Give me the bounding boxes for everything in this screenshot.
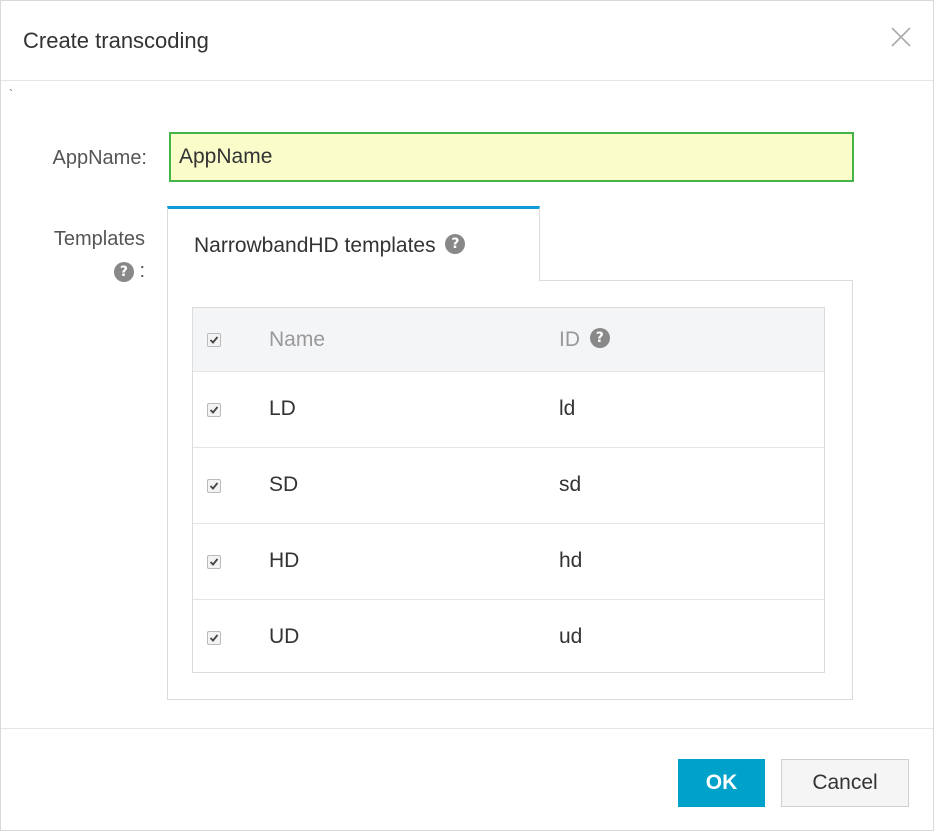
row-name: SD <box>269 473 299 496</box>
row-id: sd <box>559 473 582 496</box>
dialog-title: Create transcoding <box>23 28 209 53</box>
checkbox-checked-icon <box>209 406 219 414</box>
table-row: SD sd <box>193 448 824 524</box>
cancel-button[interactable]: Cancel <box>781 759 909 807</box>
row-name: LD <box>269 397 296 420</box>
checkbox-checked-icon <box>209 634 219 642</box>
table-row: LD ld <box>193 372 824 448</box>
column-header-name: Name <box>269 328 326 351</box>
stray-mark: ` <box>9 87 13 101</box>
column-header-id: ID ? <box>559 328 610 352</box>
select-all-checkbox[interactable] <box>207 333 221 347</box>
row-name: HD <box>269 549 300 572</box>
templates-label-colon: : <box>139 260 145 282</box>
templates-label: Templates ? : <box>27 223 145 287</box>
appname-input[interactable] <box>169 132 854 182</box>
row-checkbox[interactable] <box>207 403 221 417</box>
question-circle-icon[interactable]: ? <box>113 261 134 282</box>
row-name: UD <box>269 625 300 648</box>
row-id: hd <box>559 549 583 572</box>
tab-label-text: NarrowbandHD templates <box>194 234 436 257</box>
row-id: ud <box>559 625 583 648</box>
question-circle-icon[interactable]: ? <box>589 328 610 349</box>
templates-label-text: Templates <box>53 228 145 250</box>
row-id: ld <box>559 397 576 420</box>
row-checkbox[interactable] <box>207 479 221 493</box>
column-header-id-text: ID <box>559 328 580 351</box>
checkbox-checked-icon <box>209 336 219 344</box>
ok-button[interactable]: OK <box>678 759 765 807</box>
row-checkbox[interactable] <box>207 631 221 645</box>
create-transcoding-dialog: Create transcoding ` AppName: Templates … <box>0 0 934 831</box>
question-circle-icon[interactable]: ? <box>445 234 466 255</box>
dialog-header: Create transcoding <box>1 1 933 81</box>
close-icon[interactable] <box>889 25 913 49</box>
tab-label: NarrowbandHD templates ? <box>194 234 466 258</box>
tab-narrowbandhd-templates[interactable]: NarrowbandHD templates ? <box>167 206 540 281</box>
dialog-footer: OK Cancel <box>1 728 933 832</box>
table-row: UD ud <box>193 600 824 676</box>
appname-label: AppName: <box>52 147 148 169</box>
row-checkbox[interactable] <box>207 555 221 569</box>
checkbox-checked-icon <box>209 482 219 490</box>
table-header-row: Name ID ? <box>193 308 824 372</box>
checkbox-checked-icon <box>209 558 219 566</box>
templates-table: Name ID ? LD ld SD sd HD hd UD ud <box>192 307 825 673</box>
table-row: HD hd <box>193 524 824 600</box>
